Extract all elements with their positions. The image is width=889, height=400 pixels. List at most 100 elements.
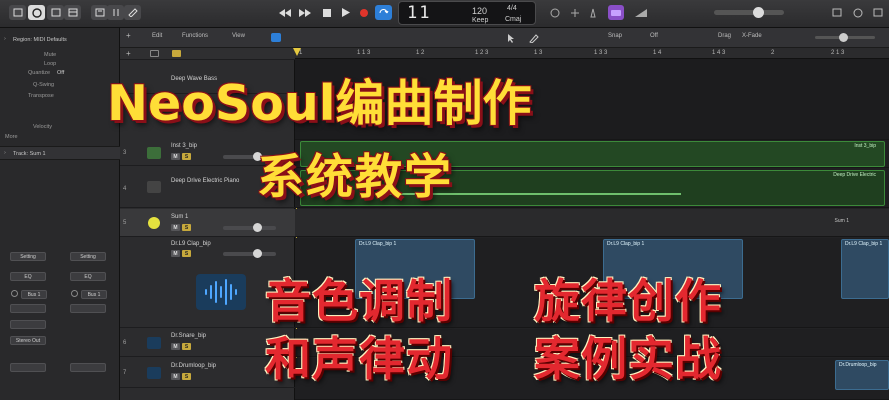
count-in-button[interactable]: [546, 5, 563, 20]
notepad-button[interactable]: [828, 5, 845, 20]
audio-region[interactable]: Dr.Drumloop_bip: [835, 360, 889, 390]
global-tracks-icon[interactable]: [150, 50, 159, 57]
zoom-slider[interactable]: [815, 33, 875, 42]
lcd-tempo: 120: [472, 6, 488, 16]
lcd-tempo-label: Keep: [472, 17, 489, 24]
track-row-selected[interactable]: 5 Sum 1 M S: [120, 209, 295, 237]
toolbar-icon: [68, 8, 77, 17]
solo-button[interactable]: S: [182, 373, 191, 380]
mute-button[interactable]: M: [171, 250, 180, 257]
audio-region[interactable]: Dr.L9 Clap_bip 1: [841, 239, 889, 299]
track-header-bar[interactable]: › Track: Sum 1: [0, 146, 120, 160]
solo-mode-button[interactable]: [632, 5, 649, 20]
smart-controls-button[interactable]: [91, 5, 108, 20]
strip-right-sends[interactable]: Bus 1: [81, 290, 107, 299]
solo-button[interactable]: S: [182, 343, 191, 350]
track-name: Inst 3_bip: [171, 143, 198, 149]
mute-button[interactable]: M: [171, 373, 180, 380]
overlay-right-line1: 旋律创作: [534, 274, 722, 328]
strip-left-output[interactable]: Stereo Out: [10, 336, 46, 345]
strip-left-input[interactable]: [10, 304, 46, 313]
ruler-bar: 1 3 3: [594, 50, 608, 56]
lcd-position: 11: [407, 3, 432, 23]
more-label[interactable]: More: [5, 134, 18, 140]
add-tracks-plus-icon[interactable]: +: [126, 49, 131, 59]
drag-dropdown[interactable]: X-Fade: [742, 33, 762, 43]
lcd-display[interactable]: 11 120 Keep 4/4 Cmaj: [398, 1, 536, 25]
tuner-button[interactable]: [566, 5, 583, 20]
folder-region-label: Sum 1: [834, 218, 849, 224]
pointer-tool-icon[interactable]: [507, 34, 517, 43]
track-header: Track: Sum 1: [13, 151, 46, 157]
region-label: Dr.L9 Clap_bip 1: [607, 241, 645, 247]
track-volume-slider[interactable]: [223, 223, 276, 232]
playhead-icon[interactable]: [293, 48, 301, 58]
loop-browser-button[interactable]: [849, 5, 866, 20]
inspector-button[interactable]: [28, 5, 45, 20]
overlay-left-line2: 和声律动: [265, 332, 453, 386]
metronome-button[interactable]: [584, 5, 601, 20]
master-volume-knob[interactable]: [753, 7, 765, 18]
mute-button[interactable]: M: [171, 153, 180, 160]
solo-button[interactable]: S: [182, 153, 191, 160]
tuner-icon: [570, 8, 579, 17]
strip-right-read[interactable]: [70, 363, 106, 372]
strip-left-eq[interactable]: EQ: [10, 272, 46, 281]
forward-button[interactable]: [296, 5, 313, 20]
view-menu[interactable]: View: [232, 33, 245, 43]
pencil-tool-icon[interactable]: [529, 34, 539, 43]
zoom-slider-knob[interactable]: [839, 33, 848, 42]
mute-button[interactable]: M: [171, 224, 180, 231]
lane-sum[interactable]: Sum 1: [295, 209, 889, 237]
region-label: Dr.L9 Clap_bip 1: [359, 241, 397, 247]
mute-button[interactable]: M: [171, 343, 180, 350]
library-button[interactable]: [9, 5, 26, 20]
strip-right-input[interactable]: [70, 304, 106, 313]
tracks-toolbar: + Edit Functions View: [120, 28, 295, 48]
quick-help-button[interactable]: [47, 5, 64, 20]
rewind-button[interactable]: [276, 5, 293, 20]
param-mute-label: Mute: [44, 52, 57, 58]
master-volume-slider[interactable]: [714, 10, 784, 15]
strip-left-setting[interactable]: Setting: [10, 252, 46, 261]
record-button[interactable]: [355, 5, 372, 20]
add-track-button[interactable]: +: [126, 31, 131, 41]
mixer-button[interactable]: [107, 5, 124, 20]
ruler[interactable]: 1 1 1 3 1 2 1 2 3 1 3 1 3 3 1 4 1 4 3 2 …: [293, 48, 889, 59]
play-button[interactable]: [337, 5, 354, 20]
browser-button[interactable]: [869, 5, 886, 20]
ruler-bar: 1 2: [416, 50, 425, 56]
track-volume-slider[interactable]: [223, 249, 276, 258]
cycle-button[interactable]: [375, 5, 392, 20]
param-quantize-value[interactable]: Off: [57, 70, 64, 76]
strip-left-sends[interactable]: Bus 1: [21, 290, 47, 299]
ruler-bar: 1 4: [653, 50, 662, 56]
go-to-start-button[interactable]: [318, 5, 335, 20]
strip-left-link-icon[interactable]: [11, 290, 18, 297]
track-number: 4: [123, 186, 127, 192]
toolbar-button[interactable]: [64, 5, 81, 20]
rewind-icon: [278, 8, 291, 17]
strip-left-audio-fx[interactable]: [10, 320, 46, 329]
dolby-button[interactable]: [608, 5, 624, 20]
solo-button[interactable]: S: [182, 224, 191, 231]
editors-button[interactable]: [124, 5, 141, 20]
functions-menu[interactable]: Functions: [182, 33, 208, 43]
strip-left-read[interactable]: [10, 363, 46, 372]
edit-menu[interactable]: Edit: [152, 33, 162, 43]
count-in-icon: [550, 8, 559, 17]
strip-right-eq[interactable]: EQ: [70, 272, 106, 281]
region-header-chevron[interactable]: ›: [4, 36, 6, 42]
play-icon: [342, 8, 350, 17]
automation-toggle[interactable]: [172, 50, 181, 57]
solo-button[interactable]: S: [182, 250, 191, 257]
drag-label: Drag: [718, 33, 732, 39]
region-header[interactable]: Region: MIDI Defaults: [13, 37, 67, 43]
strip-right-setting[interactable]: Setting: [70, 252, 106, 261]
level-icon: [634, 8, 647, 17]
catch-button[interactable]: [271, 33, 281, 42]
strip-right-link-icon[interactable]: [71, 290, 78, 297]
track-number: 7: [123, 370, 127, 376]
snap-dropdown[interactable]: Off: [650, 33, 658, 43]
snap-label: Snap: [608, 33, 623, 39]
